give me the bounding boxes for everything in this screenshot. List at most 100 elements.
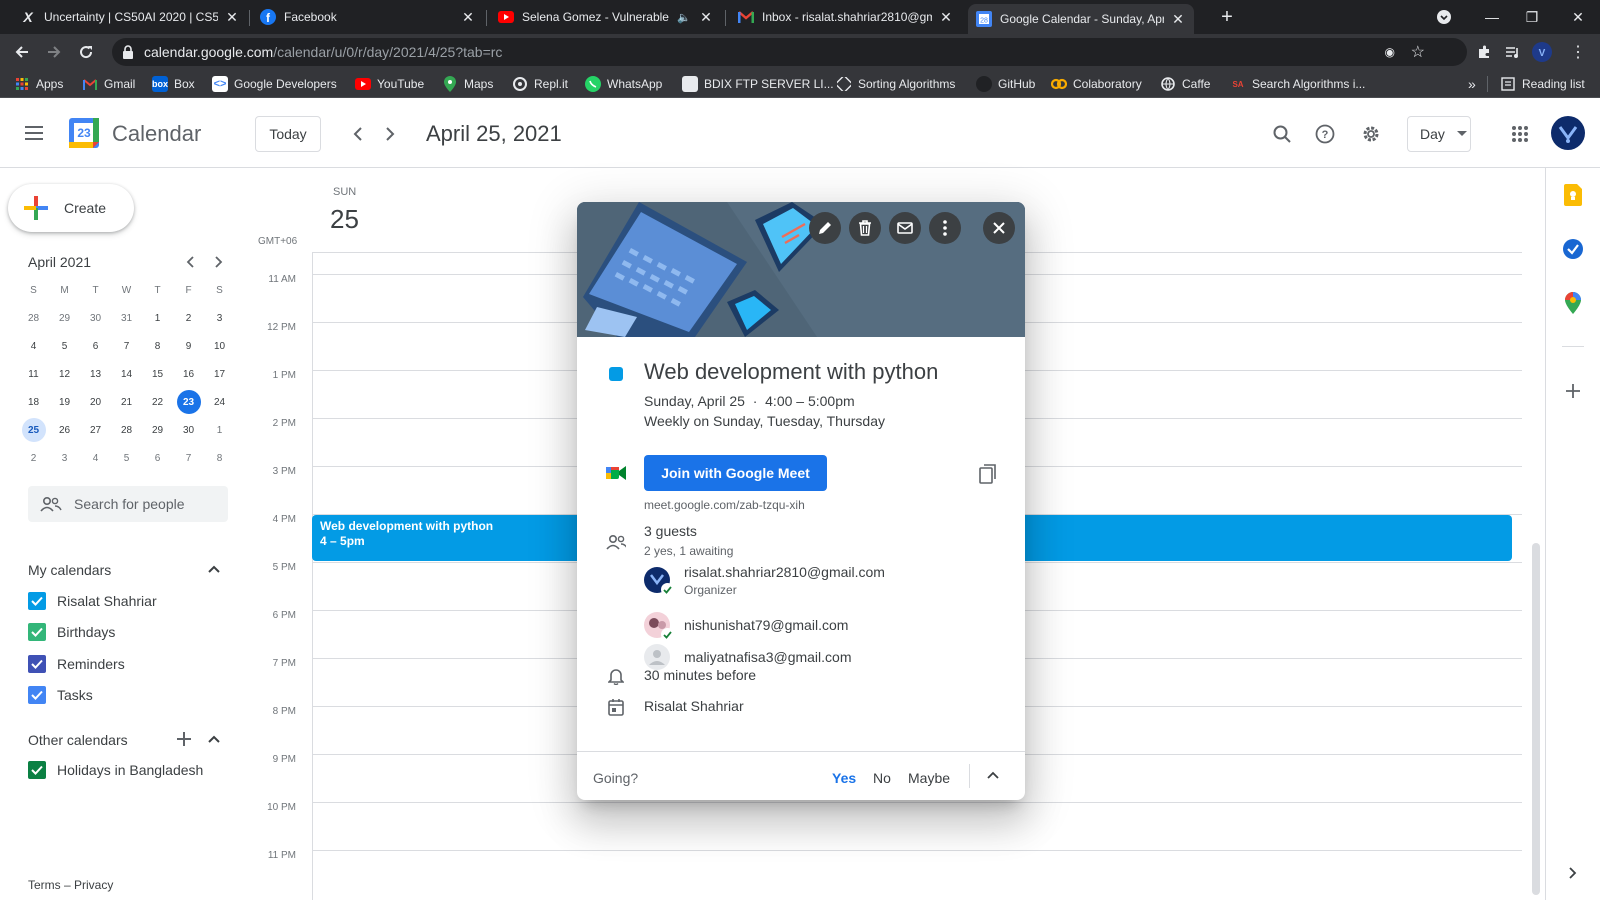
rsvp-yes-button[interactable]: Yes xyxy=(832,770,856,786)
day-number[interactable]: 25 xyxy=(330,204,359,235)
mini-day[interactable]: 21 xyxy=(111,390,142,414)
mini-day[interactable]: 5 xyxy=(111,446,142,470)
calendar-logo[interactable]: 23 xyxy=(68,117,100,149)
eye-icon[interactable]: ◉ xyxy=(1385,45,1395,59)
profile-avatar-icon[interactable]: V xyxy=(1530,40,1554,64)
mini-next-month-icon[interactable] xyxy=(209,252,229,272)
create-button[interactable]: Create xyxy=(8,184,134,232)
today-button[interactable]: Today xyxy=(255,116,321,152)
mini-day-today[interactable]: 23 xyxy=(173,390,204,414)
reload-icon[interactable] xyxy=(74,40,98,64)
mini-day[interactable]: 4 xyxy=(18,334,49,358)
bookmark-box[interactable]: box Box xyxy=(152,70,195,98)
tab-search-icon[interactable] xyxy=(1424,0,1464,34)
media-control-icon[interactable] xyxy=(1500,40,1524,64)
mini-day[interactable]: 8 xyxy=(142,334,173,358)
checkbox-checked-icon[interactable] xyxy=(28,761,46,779)
mini-day[interactable]: 28 xyxy=(18,306,49,330)
calendar-item-holidays[interactable]: Holidays in Bangladesh xyxy=(28,758,203,782)
minimize-icon[interactable]: — xyxy=(1472,0,1512,34)
mini-day[interactable]: 8 xyxy=(204,446,235,470)
mini-day[interactable]: 18 xyxy=(18,390,49,414)
bookmark-replit[interactable]: Repl.it xyxy=(512,70,568,98)
copy-link-icon[interactable] xyxy=(979,464,999,484)
mini-day[interactable]: 20 xyxy=(80,390,111,414)
close-tab-icon[interactable]: ✕ xyxy=(938,9,954,26)
more-options-icon[interactable] xyxy=(929,212,961,244)
google-apps-icon[interactable] xyxy=(1508,122,1532,146)
mini-day[interactable]: 28 xyxy=(111,418,142,442)
address-bar[interactable]: calendar.google.com/calendar/u/0/r/day/2… xyxy=(112,38,1467,66)
bookmark-google-developers[interactable]: <> Google Developers xyxy=(212,70,337,98)
back-icon[interactable] xyxy=(10,40,34,64)
bookmark-caffe[interactable]: Caffe xyxy=(1160,70,1210,98)
email-guests-icon[interactable] xyxy=(889,212,921,244)
close-tab-icon[interactable]: ✕ xyxy=(1170,11,1186,28)
meet-link[interactable]: meet.google.com/zab-tzqu-xih xyxy=(644,498,805,512)
mini-day[interactable]: 3 xyxy=(204,306,235,330)
more-bookmarks-icon[interactable]: » xyxy=(1468,70,1476,98)
mini-day[interactable]: 2 xyxy=(18,446,49,470)
mini-day[interactable]: 7 xyxy=(111,334,142,358)
close-tab-icon[interactable]: ✕ xyxy=(460,9,476,26)
mini-day[interactable]: 1 xyxy=(142,306,173,330)
mini-day[interactable]: 3 xyxy=(49,446,80,470)
prev-day-icon[interactable] xyxy=(346,122,370,146)
add-addon-icon[interactable] xyxy=(1562,380,1584,402)
calendar-item-birthdays[interactable]: Birthdays xyxy=(28,620,115,644)
expand-rsvp-chevron-icon[interactable] xyxy=(987,770,999,782)
mini-day[interactable]: 29 xyxy=(142,418,173,442)
mini-day[interactable]: 1 xyxy=(204,418,235,442)
bookmark-maps[interactable]: Maps xyxy=(442,70,493,98)
bookmark-apps[interactable]: Apps xyxy=(14,70,63,98)
star-bookmark-icon[interactable]: ☆ xyxy=(1411,42,1425,62)
extensions-icon[interactable] xyxy=(1472,40,1496,64)
bookmark-youtube[interactable]: YouTube xyxy=(355,70,424,98)
checkbox-checked-icon[interactable] xyxy=(28,592,46,610)
browser-tab-calendar[interactable]: 28 Google Calendar - Sunday, April 25 ✕ xyxy=(968,4,1194,34)
tasks-icon[interactable] xyxy=(1562,238,1584,260)
mini-day[interactable]: 26 xyxy=(49,418,80,442)
mini-day[interactable]: 6 xyxy=(80,334,111,358)
mini-day[interactable]: 17 xyxy=(204,362,235,386)
rsvp-maybe-button[interactable]: Maybe xyxy=(908,770,950,786)
calendar-item-reminders[interactable]: Reminders xyxy=(28,652,125,676)
calendar-item-tasks[interactable]: Tasks xyxy=(28,683,93,707)
calendar-item-risalat[interactable]: Risalat Shahriar xyxy=(28,589,157,613)
browser-tab-facebook[interactable]: f Facebook ✕ xyxy=(252,0,484,34)
join-google-meet-button[interactable]: Join with Google Meet xyxy=(644,455,827,491)
bookmark-whatsapp[interactable]: WhatsApp xyxy=(585,70,662,98)
browser-tab-gmail[interactable]: Inbox - risalat.shahriar2810@gmail.com ✕ xyxy=(730,0,962,34)
checkbox-checked-icon[interactable] xyxy=(28,623,46,641)
mini-day[interactable]: 13 xyxy=(80,362,111,386)
view-select[interactable]: Day xyxy=(1407,116,1471,152)
next-day-icon[interactable] xyxy=(378,122,402,146)
close-tab-icon[interactable]: ✕ xyxy=(698,9,714,26)
mini-day[interactable]: 2 xyxy=(173,306,204,330)
expand-panel-chevron-icon[interactable] xyxy=(1562,862,1584,884)
lock-icon[interactable] xyxy=(122,45,134,59)
mini-day[interactable]: 29 xyxy=(49,306,80,330)
mini-day[interactable]: 15 xyxy=(142,362,173,386)
mini-day[interactable]: 19 xyxy=(49,390,80,414)
mini-prev-month-icon[interactable] xyxy=(180,252,200,272)
main-menu-icon[interactable] xyxy=(22,121,46,145)
close-tab-icon[interactable]: ✕ xyxy=(224,9,240,26)
checkbox-checked-icon[interactable] xyxy=(28,686,46,704)
mini-day[interactable]: 27 xyxy=(80,418,111,442)
mini-day[interactable]: 24 xyxy=(204,390,235,414)
help-icon[interactable]: ? xyxy=(1313,122,1337,146)
mini-day[interactable]: 11 xyxy=(18,362,49,386)
reading-list[interactable]: Reading list xyxy=(1500,70,1585,98)
guest-item[interactable]: nishunishat79@gmail.com xyxy=(644,611,848,641)
guest-item[interactable]: risalat.shahriar2810@gmail.com Organizer xyxy=(644,564,885,597)
new-tab-icon[interactable]: + xyxy=(1207,0,1247,34)
bookmark-bdix-ftp[interactable]: BDIX FTP SERVER LI... xyxy=(682,70,834,98)
mini-day[interactable]: 14 xyxy=(111,362,142,386)
mini-day[interactable]: 10 xyxy=(204,334,235,358)
edit-pencil-icon[interactable] xyxy=(809,212,841,244)
mini-day[interactable]: 5 xyxy=(49,334,80,358)
terms-privacy-links[interactable]: Terms – Privacy xyxy=(28,878,113,892)
bookmark-gmail[interactable]: Gmail xyxy=(82,70,135,98)
close-popup-icon[interactable] xyxy=(983,212,1015,244)
